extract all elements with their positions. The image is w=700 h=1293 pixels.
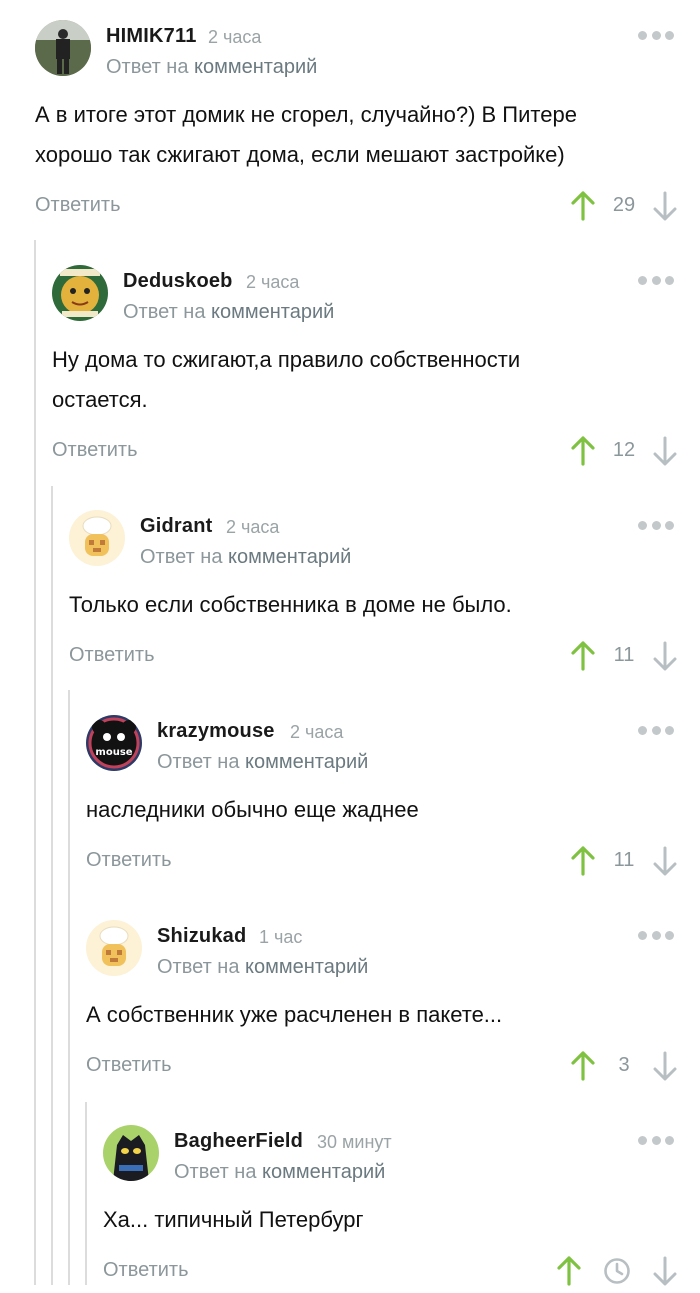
upvote-icon[interactable] xyxy=(571,1050,595,1082)
downvote-icon[interactable] xyxy=(653,845,677,877)
username[interactable]: krazymouse xyxy=(157,720,275,743)
rating-score: 3 xyxy=(618,1054,630,1076)
comment-actions: Ответить 11 xyxy=(86,845,678,881)
clock-icon xyxy=(603,1257,631,1285)
reply-to: Ответ на комментарий xyxy=(123,301,334,324)
comment-text-line: А собственник уже расчленен в пакете... xyxy=(86,1002,503,1027)
avatar[interactable] xyxy=(103,1125,159,1181)
upvote-icon[interactable] xyxy=(571,845,595,877)
downvote-icon[interactable] xyxy=(653,1255,677,1287)
downvote-icon[interactable] xyxy=(653,435,677,467)
comment-text: Только если собственника в доме не было. xyxy=(69,585,512,625)
timestamp: 30 минут xyxy=(317,1132,392,1152)
reply-button[interactable]: Ответить xyxy=(69,644,155,667)
comment-text: наследники обычно еще жаднее xyxy=(86,790,419,830)
comment-text-line: наследники обычно еще жаднее xyxy=(86,797,419,822)
comment-actions: Ответить xyxy=(103,1255,678,1291)
upvote-icon[interactable] xyxy=(571,640,595,672)
upvote-icon[interactable] xyxy=(557,1255,581,1287)
rating-score: 12 xyxy=(612,439,636,461)
username[interactable]: Gidrant xyxy=(140,515,213,538)
comment-actions: Ответить 12 xyxy=(52,435,678,471)
thread-line xyxy=(51,486,53,1285)
reply-link[interactable]: комментарий xyxy=(228,546,351,568)
reply-button[interactable]: Ответить xyxy=(86,849,172,872)
avatar[interactable]: mouse xyxy=(86,715,142,771)
more-options-icon[interactable] xyxy=(638,725,674,735)
reply-prefix: Ответ на xyxy=(123,301,206,323)
reply-prefix: Ответ на xyxy=(157,751,240,773)
more-options-icon[interactable] xyxy=(638,520,674,530)
thread-line xyxy=(68,690,70,1285)
rating-score: 11 xyxy=(613,849,635,871)
upvote-icon[interactable] xyxy=(571,190,595,222)
reply-prefix: Ответ на xyxy=(106,56,189,78)
comment-text: Ха... типичный Петербург xyxy=(103,1200,364,1240)
avatar[interactable] xyxy=(86,920,142,976)
timestamp: 2 часа xyxy=(208,27,262,47)
username[interactable]: Shizukad xyxy=(157,925,246,948)
downvote-icon[interactable] xyxy=(653,1050,677,1082)
avatar[interactable] xyxy=(35,20,91,76)
rating-score: 29 xyxy=(612,194,636,216)
comment-text-line: Ну дома то сжигают,а правило собственнос… xyxy=(52,347,521,372)
thread-line xyxy=(85,1102,87,1285)
reply-prefix: Ответ на xyxy=(174,1161,257,1183)
username[interactable]: BagheerField xyxy=(174,1130,303,1153)
reply-link[interactable]: комментарий xyxy=(262,1161,385,1183)
reply-to: Ответ на комментарий xyxy=(106,56,317,79)
comment-text-line: А в итоге этот домик не сгорел, случайно… xyxy=(35,102,577,127)
reply-link[interactable]: комментарий xyxy=(245,956,368,978)
comment-actions: Ответить 3 xyxy=(86,1050,678,1086)
more-options-icon[interactable] xyxy=(638,275,674,285)
avatar-text: mouse xyxy=(95,747,132,758)
reply-button[interactable]: Ответить xyxy=(86,1054,172,1077)
reply-link[interactable]: комментарий xyxy=(245,751,368,773)
username[interactable]: HIMIK711 xyxy=(106,25,197,48)
reply-button[interactable]: Ответить xyxy=(35,194,121,217)
reply-link[interactable]: комментарий xyxy=(194,56,317,78)
comment-actions: Ответить 29 xyxy=(35,190,678,226)
reply-to: Ответ на комментарий xyxy=(174,1161,385,1184)
timestamp: 2 часа xyxy=(226,517,280,537)
thread-line xyxy=(34,240,36,1285)
avatar[interactable] xyxy=(69,510,125,566)
reply-link[interactable]: комментарий xyxy=(211,301,334,323)
comment-text-line: хорошо так сжигают дома, если мешают зас… xyxy=(35,142,565,167)
comment-actions: Ответить 11 xyxy=(69,640,678,676)
reply-prefix: Ответ на xyxy=(140,546,223,568)
more-options-icon[interactable] xyxy=(638,1135,674,1145)
more-options-icon[interactable] xyxy=(638,30,674,40)
comment-text: А в итоге этот домик не сгорел, случайно… xyxy=(35,95,577,175)
reply-button[interactable]: Ответить xyxy=(52,439,138,462)
reply-to: Ответ на комментарий xyxy=(140,546,351,569)
username[interactable]: Deduskoeb xyxy=(123,270,233,293)
comment-text: А собственник уже расчленен в пакете... xyxy=(86,995,502,1035)
reply-to: Ответ на комментарий xyxy=(157,956,368,979)
comment-text-line: Ха... типичный Петербург xyxy=(103,1207,364,1232)
reply-prefix: Ответ на xyxy=(157,956,240,978)
comment-text: Ну дома то сжигают,а правило собственнос… xyxy=(52,340,520,420)
comment-text-line: Только если собственника в доме не было. xyxy=(69,592,512,617)
timestamp: 1 час xyxy=(259,927,303,947)
timestamp: 2 часа xyxy=(246,272,300,292)
comment-text-line: остается. xyxy=(52,387,148,412)
downvote-icon[interactable] xyxy=(653,640,677,672)
more-options-icon[interactable] xyxy=(638,930,674,940)
timestamp: 2 часа xyxy=(290,722,344,742)
reply-to: Ответ на комментарий xyxy=(157,751,368,774)
rating-score: 11 xyxy=(613,644,635,666)
avatar[interactable] xyxy=(52,265,108,321)
upvote-icon[interactable] xyxy=(571,435,595,467)
downvote-icon[interactable] xyxy=(653,190,677,222)
reply-button[interactable]: Ответить xyxy=(103,1259,189,1282)
